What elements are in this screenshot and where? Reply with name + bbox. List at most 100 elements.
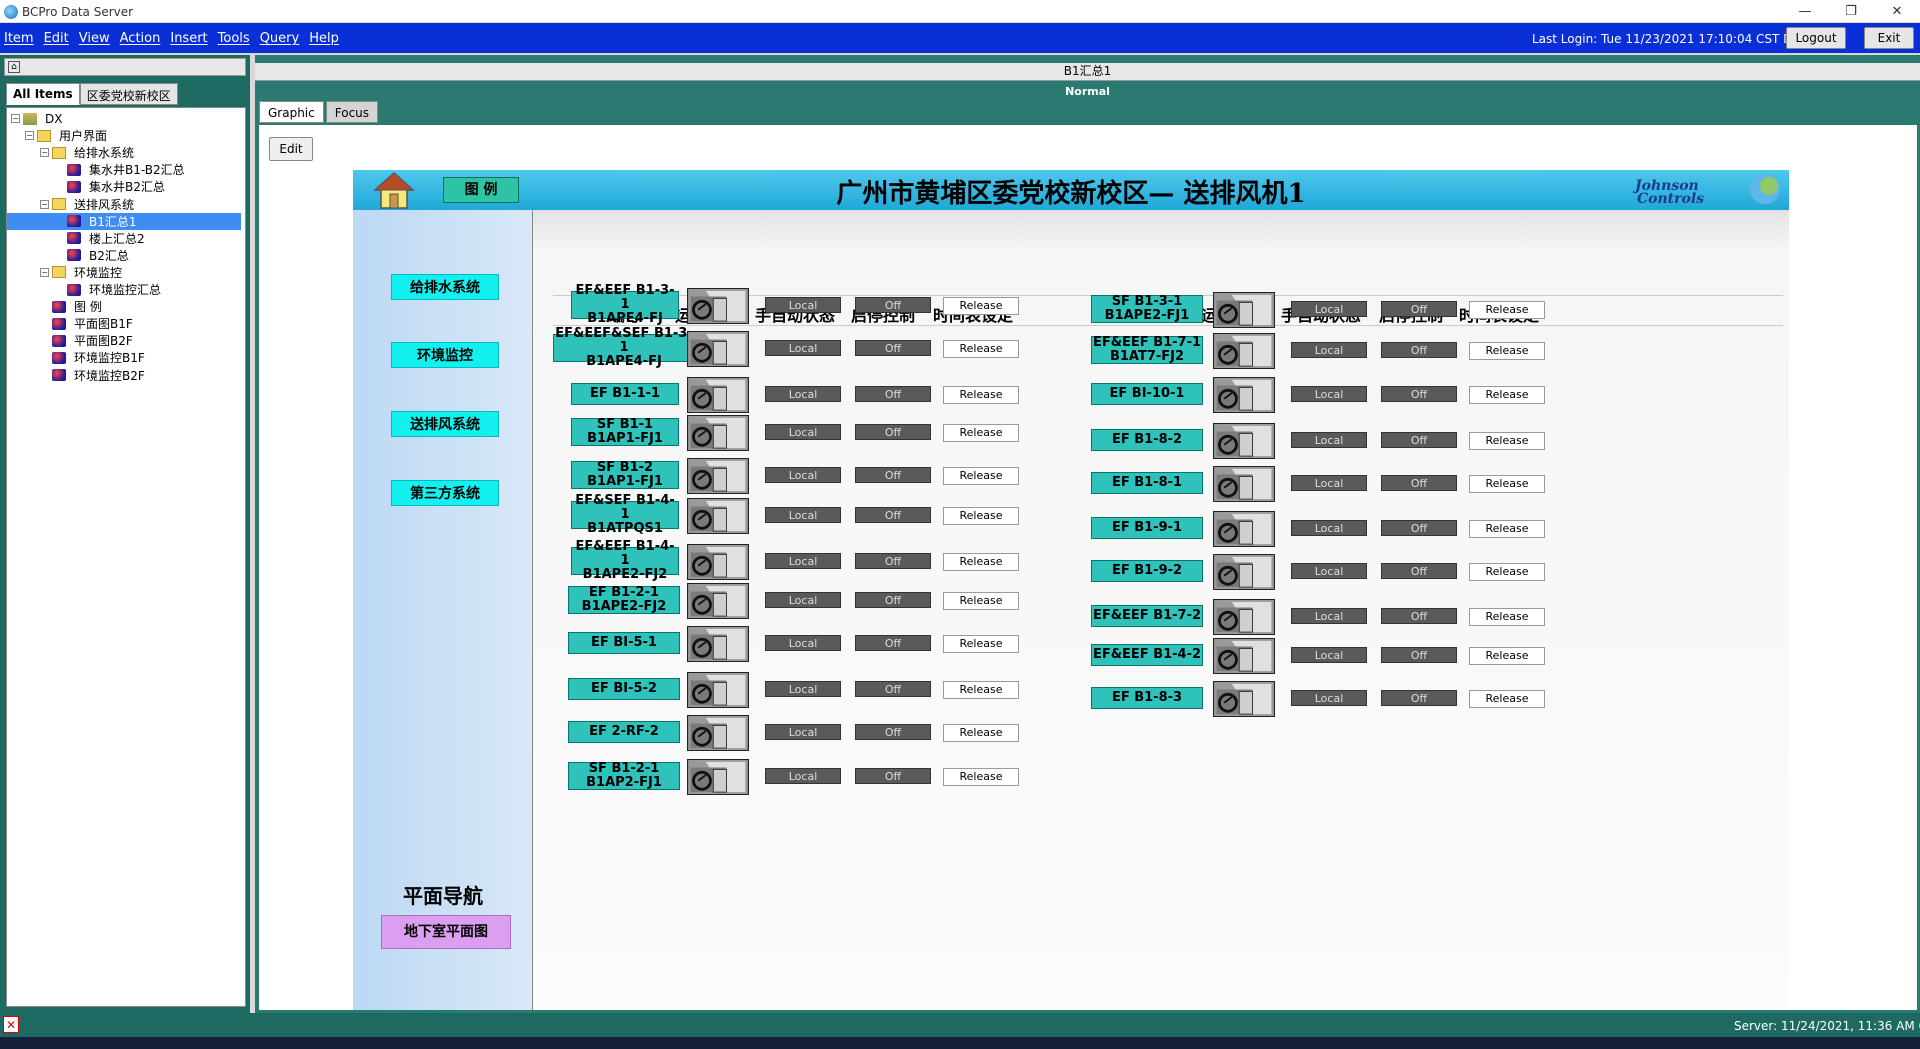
tree-item[interactable]: 图 例	[52, 298, 102, 315]
fan-status-icon[interactable]	[687, 759, 749, 795]
start-stop-control[interactable]: Off	[855, 297, 931, 313]
tree-item[interactable]: 环境监控汇总	[67, 281, 161, 298]
schedule-release[interactable]: Release	[943, 553, 1019, 571]
fan-status-icon[interactable]	[1213, 681, 1275, 717]
start-stop-control[interactable]: Off	[855, 724, 931, 740]
menu-query[interactable]: Query	[260, 31, 300, 46]
error-icon[interactable]: ✕	[3, 1016, 19, 1033]
auto-manual-status[interactable]: Local	[1291, 386, 1367, 402]
restore-button[interactable]: ❐	[1828, 0, 1874, 23]
expand-toggle-icon[interactable]: −	[40, 148, 49, 158]
exit-button[interactable]: Exit	[1864, 27, 1914, 49]
fan-status-icon[interactable]	[687, 715, 749, 751]
auto-manual-status[interactable]: Local	[1291, 475, 1367, 491]
fan-status-icon[interactable]	[687, 288, 749, 324]
device-button[interactable]: EF B1-8-3	[1091, 687, 1203, 709]
auto-manual-status[interactable]: Local	[1291, 301, 1367, 317]
fan-status-icon[interactable]	[1213, 377, 1275, 413]
device-button[interactable]: EF B1-1-1	[571, 383, 679, 405]
auto-manual-status[interactable]: Local	[765, 724, 841, 740]
tree-item[interactable]: B2汇总	[67, 247, 129, 264]
start-stop-control[interactable]: Off	[1381, 342, 1457, 358]
device-button[interactable]: EF BI-10-1	[1091, 383, 1203, 405]
expand-toggle-icon[interactable]: −	[25, 131, 34, 141]
auto-manual-status[interactable]: Local	[1291, 690, 1367, 706]
device-button[interactable]: EF B1-9-2	[1091, 560, 1203, 582]
water-system-button[interactable]: 给排水系统	[391, 274, 499, 300]
start-stop-control[interactable]: Off	[1381, 647, 1457, 663]
device-button[interactable]: EF BI-5-1	[568, 632, 680, 654]
start-stop-control[interactable]: Off	[855, 592, 931, 608]
schedule-release[interactable]: Release	[943, 681, 1019, 699]
menu-edit[interactable]: Edit	[44, 31, 69, 46]
auto-manual-status[interactable]: Local	[1291, 608, 1367, 624]
device-button[interactable]: SF B1-1 B1AP1-FJ1	[571, 418, 679, 446]
schedule-release[interactable]: Release	[943, 592, 1019, 610]
schedule-release[interactable]: Release	[943, 768, 1019, 786]
auto-manual-status[interactable]: Local	[765, 340, 841, 356]
auto-manual-status[interactable]: Local	[765, 768, 841, 784]
tab-campus[interactable]: 区委党校新校区	[79, 83, 178, 105]
device-button[interactable]: EF B1-8-1	[1091, 472, 1203, 494]
fan-status-icon[interactable]	[687, 331, 749, 367]
tree-item[interactable]: 集水井B1-B2汇总	[67, 161, 185, 178]
tree-item[interactable]: 给排水系统	[52, 144, 134, 161]
tree-item[interactable]: 平面图B2F	[52, 332, 133, 349]
device-button[interactable]: EF 2-RF-2	[568, 721, 680, 743]
schedule-release[interactable]: Release	[1469, 432, 1545, 450]
tree-item[interactable]: 楼上汇总2	[67, 230, 145, 247]
fan-status-icon[interactable]	[687, 458, 749, 494]
fan-status-icon[interactable]	[1213, 638, 1275, 674]
start-stop-control[interactable]: Off	[855, 553, 931, 569]
auto-manual-status[interactable]: Local	[1291, 432, 1367, 448]
fan-status-icon[interactable]	[687, 415, 749, 451]
auto-manual-status[interactable]: Local	[765, 386, 841, 402]
schedule-release[interactable]: Release	[943, 467, 1019, 485]
fan-status-icon[interactable]	[1213, 333, 1275, 369]
start-stop-control[interactable]: Off	[1381, 475, 1457, 491]
start-stop-control[interactable]: Off	[855, 635, 931, 651]
fan-status-icon[interactable]	[1213, 554, 1275, 590]
tab-focus[interactable]: Focus	[325, 101, 379, 123]
device-button[interactable]: SF B1-2-1 B1AP2-FJ1	[568, 762, 680, 790]
ventilation-system-button[interactable]: 送排风系统	[391, 411, 499, 437]
schedule-release[interactable]: Release	[943, 424, 1019, 442]
fan-status-icon[interactable]	[687, 583, 749, 619]
auto-manual-status[interactable]: Local	[1291, 563, 1367, 579]
start-stop-control[interactable]: Off	[855, 467, 931, 483]
schedule-release[interactable]: Release	[1469, 386, 1545, 404]
device-button[interactable]: EF&EEF B1-3-1 B1APE4-FJ	[571, 284, 679, 326]
schedule-release[interactable]: Release	[1469, 647, 1545, 665]
schedule-release[interactable]: Release	[1469, 301, 1545, 319]
auto-manual-status[interactable]: Local	[765, 467, 841, 483]
auto-manual-status[interactable]: Local	[1291, 520, 1367, 536]
auto-manual-status[interactable]: Local	[1291, 342, 1367, 358]
schedule-release[interactable]: Release	[1469, 608, 1545, 626]
expand-toggle-icon[interactable]: −	[11, 114, 20, 123]
start-stop-control[interactable]: Off	[855, 386, 931, 402]
logout-button[interactable]: Logout	[1786, 27, 1846, 49]
start-stop-control[interactable]: Off	[1381, 520, 1457, 536]
device-button[interactable]: SF B1-2 B1AP1-FJ1	[571, 461, 679, 489]
tree-item[interactable]: 环境监控	[52, 264, 122, 281]
auto-manual-status[interactable]: Local	[765, 681, 841, 697]
fan-status-icon[interactable]	[1213, 423, 1275, 459]
device-button[interactable]: EF BI-5-2	[568, 678, 680, 700]
start-stop-control[interactable]: Off	[855, 768, 931, 784]
schedule-release[interactable]: Release	[943, 386, 1019, 404]
fan-status-icon[interactable]	[1213, 511, 1275, 547]
environment-monitor-button[interactable]: 环境监控	[391, 342, 499, 368]
fan-status-icon[interactable]	[1213, 599, 1275, 635]
auto-manual-status[interactable]: Local	[765, 635, 841, 651]
schedule-release[interactable]: Release	[1469, 520, 1545, 538]
device-button[interactable]: EF B1-9-1	[1091, 517, 1203, 539]
schedule-release[interactable]: Release	[943, 635, 1019, 653]
start-stop-control[interactable]: Off	[1381, 432, 1457, 448]
start-stop-control[interactable]: Off	[1381, 386, 1457, 402]
schedule-release[interactable]: Release	[1469, 690, 1545, 708]
menu-tools[interactable]: Tools	[218, 31, 250, 46]
schedule-release[interactable]: Release	[943, 297, 1019, 315]
tree-item[interactable]: 环境监控B1F	[52, 349, 145, 366]
tree-item[interactable]: 平面图B1F	[52, 315, 133, 332]
menu-insert[interactable]: Insert	[170, 31, 207, 46]
